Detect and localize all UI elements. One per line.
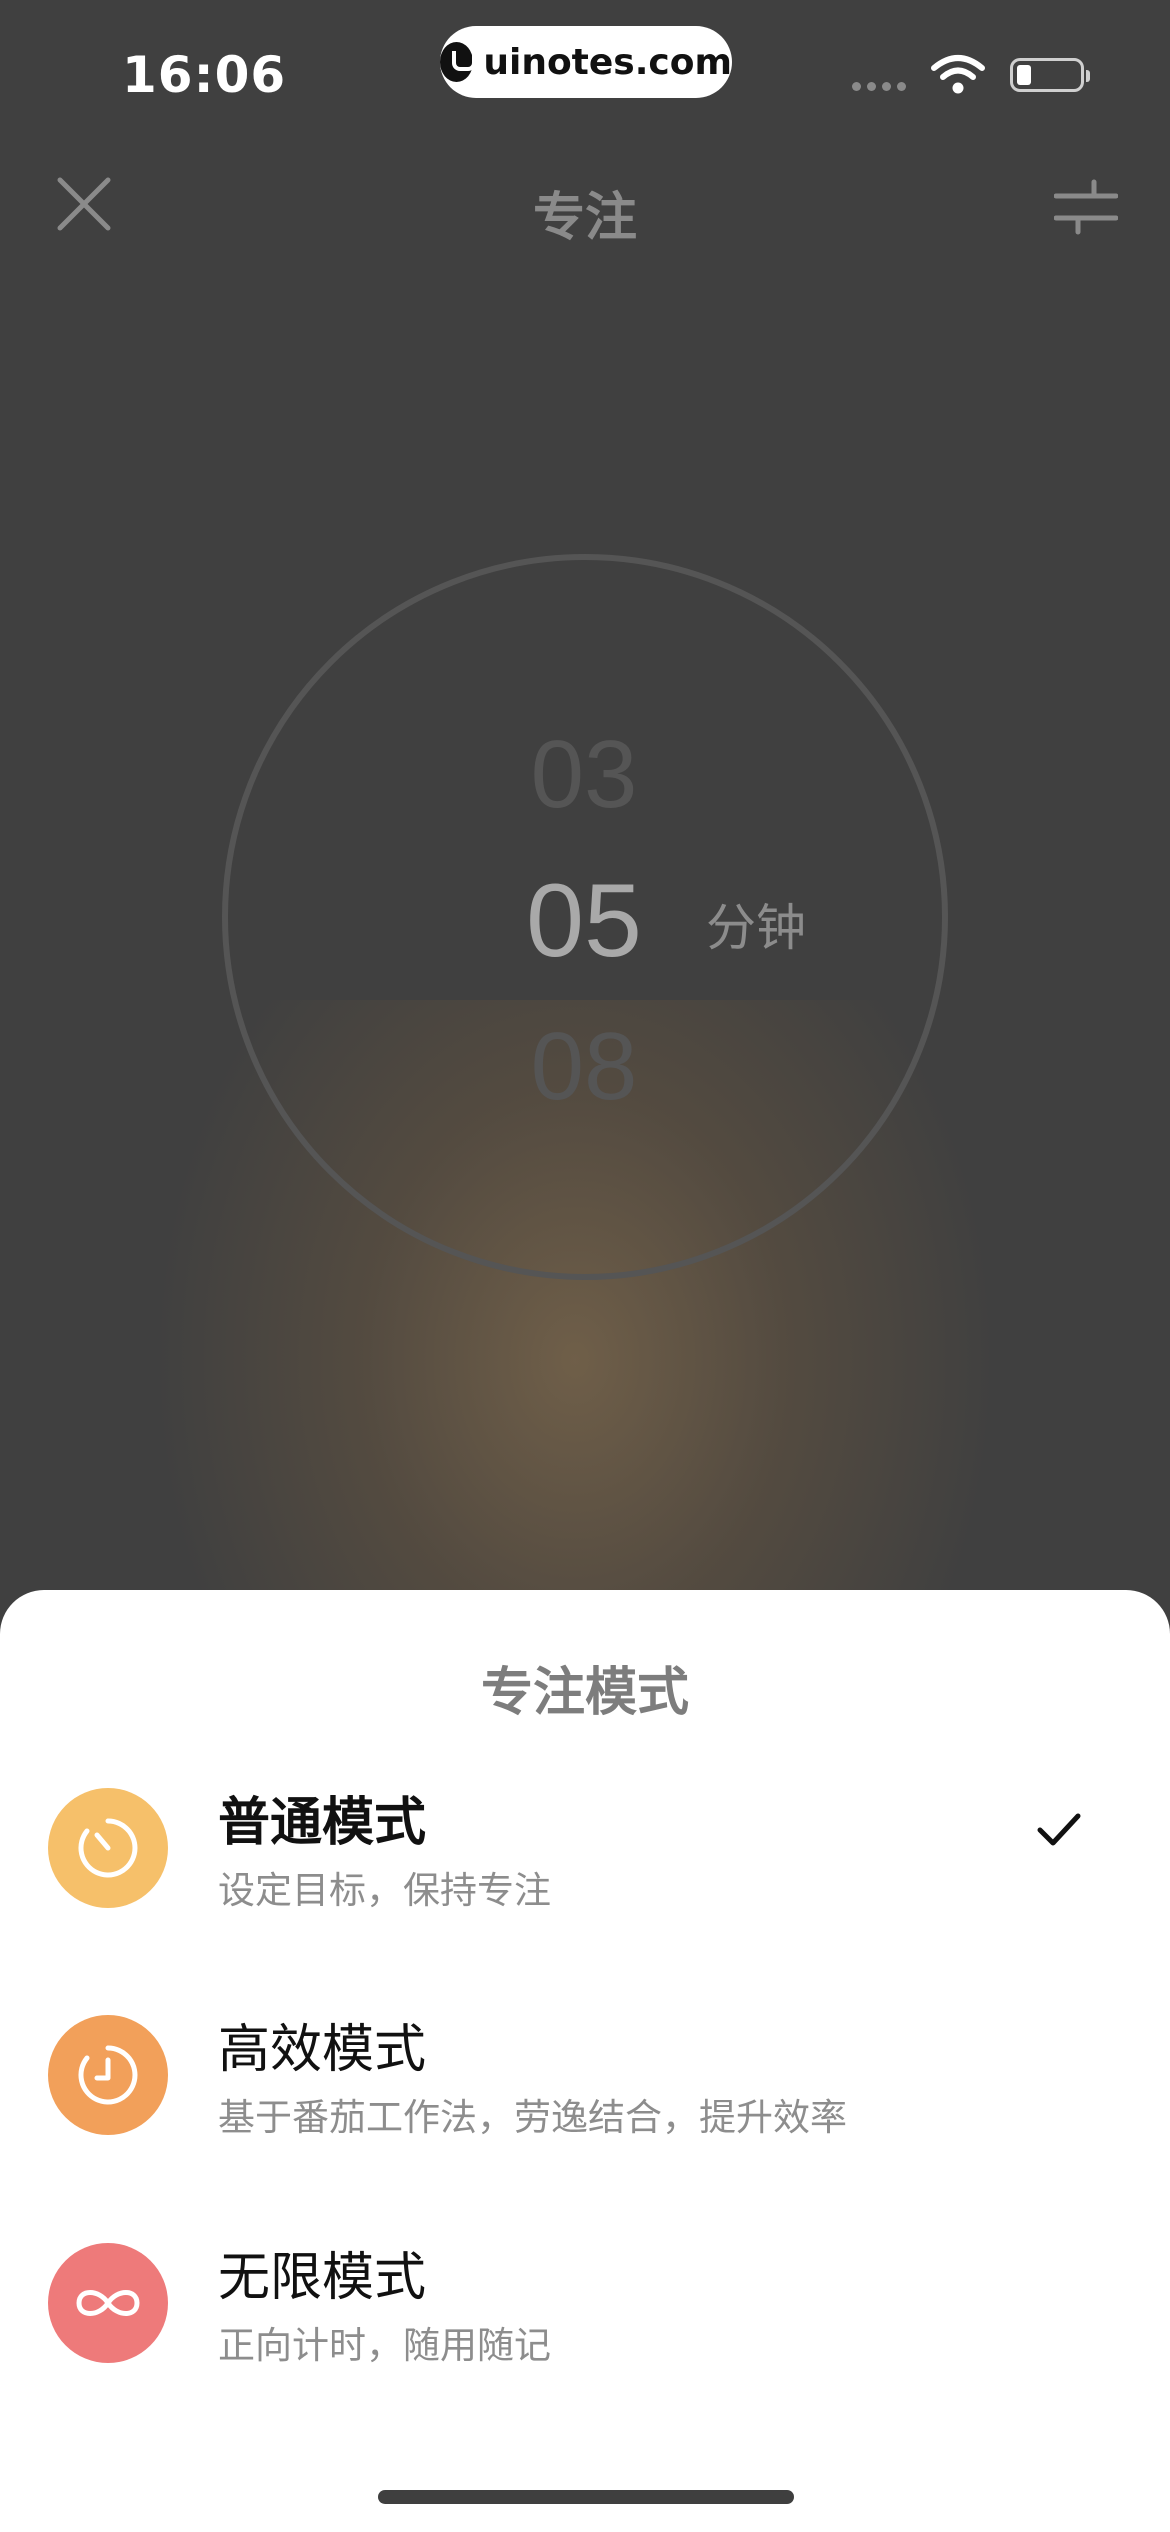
focus-mode-sheet: 专注模式 普通模式 设定目标，保持专注 高效模式 基于番茄工作法，劳逸结合，提升… xyxy=(0,1590,1170,2532)
timer-unit-label: 分钟 xyxy=(706,899,806,957)
timer-option-previous[interactable]: 03 xyxy=(434,720,734,830)
wifi-icon xyxy=(931,55,985,94)
battery-icon xyxy=(1010,58,1090,92)
timer-option-selected[interactable]: 05 xyxy=(434,862,734,981)
mode-description: 基于番茄工作法，劳逸结合，提升效率 xyxy=(218,2096,847,2139)
check-icon xyxy=(1037,1813,1081,1846)
site-logo-icon xyxy=(440,42,477,82)
mode-name: 无限模式 xyxy=(218,2248,427,2308)
url-badge: uinotes.com xyxy=(440,26,732,98)
clock-icon xyxy=(48,2015,168,2135)
mode-name: 高效模式 xyxy=(218,2020,427,2080)
mode-option-infinite[interactable]: 无限模式 正向计时，随用随记 xyxy=(0,2215,1170,2405)
stopwatch-icon xyxy=(48,1788,168,1908)
url-text: uinotes.com xyxy=(483,41,732,83)
mode-description: 设定目标，保持专注 xyxy=(218,1869,551,1912)
mode-option-efficient[interactable]: 高效模式 基于番茄工作法，劳逸结合，提升效率 xyxy=(0,1987,1170,2177)
sliders-icon[interactable] xyxy=(1054,176,1118,236)
mode-name: 普通模式 xyxy=(218,1793,427,1853)
mode-description: 正向计时，随用随记 xyxy=(218,2324,551,2367)
timer-option-next[interactable]: 08 xyxy=(434,1012,734,1122)
home-indicator[interactable] xyxy=(378,2490,794,2504)
infinity-icon xyxy=(48,2243,168,2363)
page-title: 专注 xyxy=(532,188,637,248)
status-time: 16:06 xyxy=(122,46,287,104)
mode-option-normal[interactable]: 普通模式 设定目标，保持专注 xyxy=(0,1760,1170,1950)
cellular-signal-icon xyxy=(852,82,906,91)
sheet-title: 专注模式 xyxy=(480,1663,689,1723)
